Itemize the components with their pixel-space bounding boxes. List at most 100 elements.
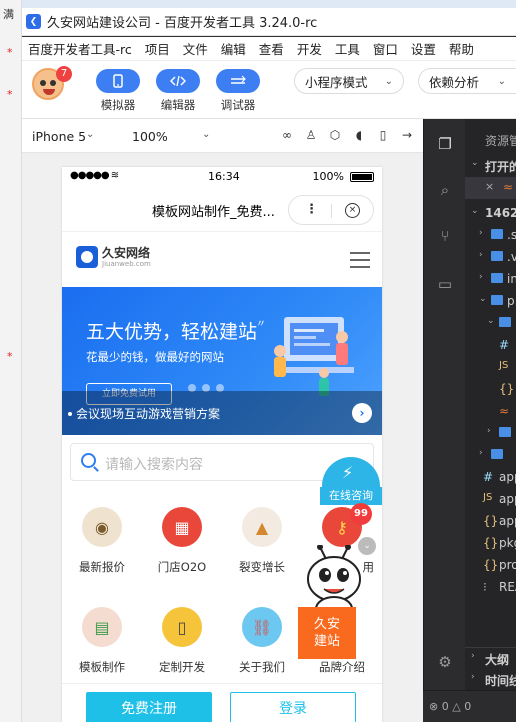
site-header: 久安网络 Jiuanweb.com	[62, 231, 382, 287]
monitor-icon[interactable]: ▭	[436, 275, 454, 293]
menu-app[interactable]: 百度开发者工具-rc	[28, 39, 132, 58]
tree-item[interactable]: #app	[465, 467, 516, 489]
grid-item-template[interactable]: ▤ 模板制作	[66, 607, 138, 675]
svg-text:〃: 〃	[256, 319, 266, 330]
simulator-label: 模拟器	[100, 98, 136, 112]
link-icon[interactable]: ∞	[280, 128, 294, 142]
logo-subtext: Jiuanweb.com	[102, 259, 151, 268]
warning-icon: △	[452, 700, 461, 713]
tree-item[interactable]: › .s	[465, 225, 516, 247]
grid-label: 裂变增长	[239, 560, 285, 574]
online-consult-label: 在线咨询	[320, 487, 382, 505]
source-control-icon[interactable]: ⑂	[436, 227, 454, 245]
register-button[interactable]: 免费注册	[86, 692, 212, 722]
asterisk-icon: *	[7, 88, 13, 101]
menu-help[interactable]: 帮助	[449, 39, 474, 58]
menu-view[interactable]: 查看	[259, 39, 284, 58]
timeline-section[interactable]: › 时间线	[465, 669, 516, 691]
app-logo-icon: ❮	[26, 14, 41, 29]
grid-item-growth[interactable]: ▲ 裂变增长	[226, 507, 298, 575]
activity-bar: ❐ ⌕ ⑂ ▭ ⚙	[423, 119, 465, 722]
count-badge: 99	[350, 503, 372, 525]
tree-item[interactable]: ⌄	[465, 313, 516, 335]
search-icon[interactable]: ⌕	[436, 181, 454, 199]
menu-develop[interactable]: 开发	[297, 39, 322, 58]
open-editors-section[interactable]: ⌄ 打开的	[465, 155, 516, 177]
menu-icon[interactable]	[350, 252, 370, 273]
mode-select-value: 小程序模式	[305, 74, 368, 90]
sound-icon[interactable]: ◖	[352, 128, 366, 142]
growth-icon: ▲	[242, 507, 282, 547]
debugger-label: 调试器	[220, 98, 256, 112]
tree-item[interactable]: {}app	[465, 511, 516, 533]
logo-mark-icon	[76, 246, 98, 268]
tree-item[interactable]: {} pro	[465, 555, 516, 577]
grid-item-quote[interactable]: ◉ 最新报价	[66, 507, 138, 575]
files-icon[interactable]: ❐	[436, 135, 454, 153]
close-icon[interactable]: ×	[345, 203, 360, 218]
error-count[interactable]: 0	[442, 700, 449, 713]
window-titlebar: ❮ 久安网站建设公司 - 百度开发者工具 3.24.0-rc	[22, 8, 516, 36]
grid-item-o2o[interactable]: ▦ 门店O2O	[146, 507, 218, 575]
lightning-icon: ⚡	[342, 463, 354, 482]
gear-icon[interactable]: ⚙	[436, 653, 454, 671]
online-consult-button[interactable]: ⚡ 在线咨询	[320, 457, 382, 507]
grid-label: 最新报价	[79, 560, 125, 574]
cube-icon[interactable]: ⬡	[328, 128, 342, 142]
site-logo[interactable]: 久安网络 Jiuanweb.com	[76, 246, 151, 268]
chevron-right-icon[interactable]: ›	[352, 403, 372, 423]
menu-edit[interactable]: 编辑	[221, 39, 246, 58]
tree-item[interactable]: › in	[465, 269, 516, 291]
menu-settings[interactable]: 设置	[411, 39, 436, 58]
tree-item[interactable]: ›	[465, 423, 516, 445]
device-select[interactable]: iPhone 5	[32, 129, 86, 144]
tree-item[interactable]: {}	[465, 379, 516, 401]
user-icon[interactable]: ♙	[304, 128, 318, 142]
menu-file[interactable]: 文件	[183, 39, 208, 58]
menu-project[interactable]: 项目	[145, 39, 170, 58]
editor-button[interactable]	[156, 69, 200, 93]
phone-navbar: 模板网站制作_免费... ⋮ ×	[62, 187, 382, 231]
outline-section[interactable]: › 大纲	[465, 647, 516, 669]
more-icon[interactable]: ⋮	[305, 202, 318, 217]
jiuan-line1: 久安	[313, 617, 340, 632]
dependency-select-value: 依赖分析	[429, 74, 480, 90]
tree-item[interactable]: JS	[465, 357, 516, 379]
tree-item[interactable]: ›	[465, 445, 516, 467]
rotate-icon[interactable]: ▯	[376, 128, 390, 142]
menu-tools[interactable]: 工具	[335, 39, 360, 58]
grid-label: 关于我们	[239, 660, 285, 674]
tree-item[interactable]: ≈	[465, 401, 516, 423]
chevron-down-icon: ⌄	[86, 129, 95, 140]
menu-window[interactable]: 窗口	[373, 39, 398, 58]
tree-item[interactable]: ⁝REA	[465, 577, 516, 599]
tree-item[interactable]: #	[465, 335, 516, 357]
simulator-button[interactable]	[96, 69, 140, 93]
tree-item[interactable]: JSapp	[465, 489, 516, 511]
grid-item-custom[interactable]: ▯ 定制开发	[146, 607, 218, 675]
tree-item[interactable]: › .v	[465, 247, 516, 269]
menubar: 百度开发者工具-rc 项目 文件 编辑 查看 开发 工具 窗口 设置 帮助	[22, 37, 516, 61]
debugger-button[interactable]	[216, 69, 260, 93]
tree-item[interactable]: ⌄ p	[465, 291, 516, 313]
mode-select[interactable]: 小程序模式 ⌄	[294, 68, 404, 94]
zoom-select[interactable]: 100%	[132, 129, 168, 144]
jiuan-build-button[interactable]: 久安 建站	[298, 607, 356, 659]
background-window-strip: 满 * * *	[0, 0, 22, 722]
warning-count[interactable]: 0	[464, 700, 471, 713]
grid-item-about[interactable]: ⛓ 关于我们	[226, 607, 298, 675]
simulator-toolbar: iPhone 5 ⌄ 100% ⌄ ∞ ♙ ⬡ ◖ ▯ →	[22, 119, 423, 153]
login-button[interactable]: 登录	[230, 692, 356, 722]
hero-banner[interactable]: 五大优势，轻松建站 花最少的钱，做最好的网站 立即免费试用 〃 会议现场互动游戏…	[62, 287, 382, 435]
project-folder[interactable]: ⌄14620	[465, 203, 516, 225]
search-icon	[81, 453, 96, 468]
dependency-select[interactable]: 依赖分析 ⌄	[418, 68, 516, 94]
notification-badge: 7	[56, 66, 72, 82]
tree-item[interactable]: {}pkg	[465, 533, 516, 555]
forward-icon[interactable]: →	[400, 128, 414, 142]
open-editor-item[interactable]: × ≈	[465, 177, 516, 199]
status-battery: 100%	[312, 170, 344, 183]
news-ticker[interactable]: 会议现场互动游戏营销方案 ›	[62, 391, 382, 435]
editor-label: 编辑器	[160, 98, 196, 112]
window-title: 久安网站建设公司 - 百度开发者工具 3.24.0-rc	[47, 16, 318, 31]
